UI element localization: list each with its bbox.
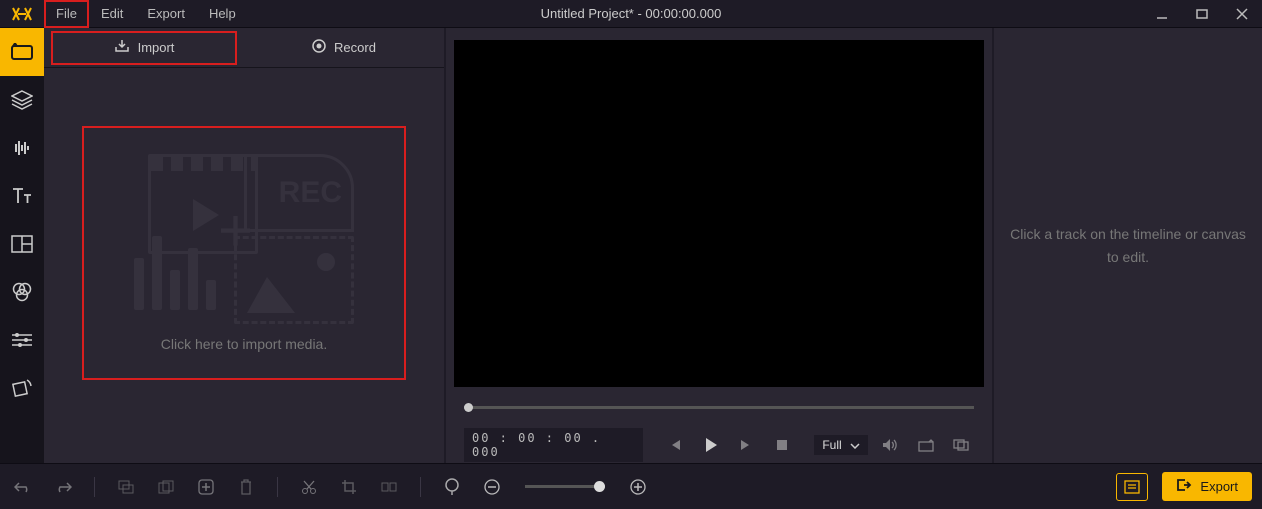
cut-button[interactable] [296, 474, 322, 500]
record-icon [312, 39, 326, 56]
import-dropzone[interactable]: REC + Click here to import media. [84, 128, 404, 378]
next-frame-button[interactable] [733, 432, 758, 458]
volume-button[interactable] [878, 432, 903, 458]
split-button[interactable] [376, 474, 402, 500]
prev-frame-button[interactable] [663, 432, 688, 458]
sidebar-layers[interactable] [0, 76, 44, 124]
undo-button[interactable] [10, 474, 36, 500]
close-button[interactable] [1222, 0, 1262, 28]
sidebar-split[interactable] [0, 220, 44, 268]
tab-import[interactable]: Import [44, 28, 244, 68]
duplicate-button[interactable] [153, 474, 179, 500]
sidebar-settings[interactable] [0, 316, 44, 364]
preview-panel: 00 : 00 : 00 . 000 Full [446, 28, 992, 463]
tab-import-label: Import [138, 40, 175, 55]
import-artwork: REC + [134, 154, 354, 324]
crop-button[interactable] [336, 474, 362, 500]
redo-button[interactable] [50, 474, 76, 500]
export-button[interactable]: Export [1162, 472, 1252, 501]
marker-button[interactable] [439, 474, 465, 500]
preview-zoom-select[interactable]: Full [814, 435, 867, 455]
export-label: Export [1200, 479, 1238, 494]
zoom-out-button[interactable] [479, 474, 505, 500]
sidebar-transform[interactable] [0, 364, 44, 412]
fullscreen-button[interactable] [949, 432, 974, 458]
menu-help[interactable]: Help [197, 0, 248, 28]
preview-canvas[interactable] [454, 40, 984, 387]
playback-slider[interactable] [454, 387, 984, 427]
media-panel: Import Record REC + Click here to import… [44, 28, 444, 463]
zoom-in-button[interactable] [625, 474, 651, 500]
sidebar-text[interactable] [0, 172, 44, 220]
zoom-slider[interactable] [525, 485, 605, 488]
menu-file[interactable]: File [44, 0, 89, 28]
stop-button[interactable] [769, 432, 794, 458]
play-button[interactable] [698, 432, 723, 458]
app-logo [0, 0, 44, 28]
sidebar-media[interactable] [0, 28, 44, 76]
import-icon [114, 39, 130, 56]
properties-panel: Click a track on the timeline or canvas … [994, 28, 1262, 463]
chevron-down-icon [850, 438, 860, 452]
delete-button[interactable] [233, 474, 259, 500]
minimize-button[interactable] [1142, 0, 1182, 28]
export-settings-button[interactable] [1116, 473, 1148, 501]
sidebar [0, 28, 44, 463]
menu-edit[interactable]: Edit [89, 0, 135, 28]
timecode: 00 : 00 : 00 . 000 [464, 428, 643, 462]
maximize-button[interactable] [1182, 0, 1222, 28]
import-hint: Click here to import media. [161, 336, 328, 352]
tab-record[interactable]: Record [244, 28, 444, 68]
tab-record-label: Record [334, 40, 376, 55]
sidebar-filters[interactable] [0, 268, 44, 316]
properties-hint: Click a track on the timeline or canvas … [1008, 223, 1248, 268]
snapshot-button[interactable] [913, 432, 938, 458]
add-button[interactable] [193, 474, 219, 500]
menu-export[interactable]: Export [135, 0, 197, 28]
menubar: File Edit Export Help Untitled Project* … [0, 0, 1262, 28]
bottom-toolbar: Export [0, 463, 1262, 509]
export-icon [1176, 478, 1192, 495]
sidebar-audio[interactable] [0, 124, 44, 172]
group-button[interactable] [113, 474, 139, 500]
